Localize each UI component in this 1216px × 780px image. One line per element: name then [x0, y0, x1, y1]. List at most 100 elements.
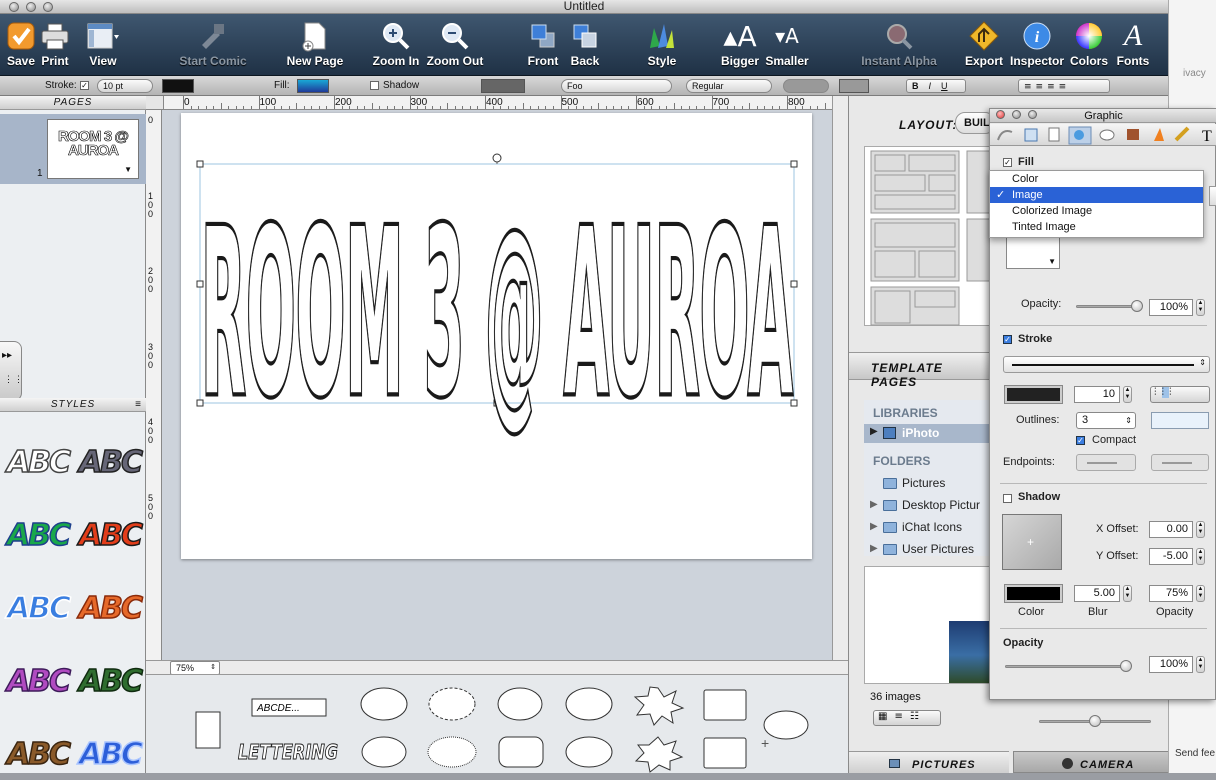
fill-type-menu-item[interactable]: Colorized Image	[990, 203, 1203, 219]
stroke-style-select[interactable]: ⇕	[1003, 356, 1210, 373]
shadow-checkbox[interactable]	[370, 81, 379, 90]
fill-opacity-field[interactable]: 100%	[1149, 299, 1193, 316]
pictures-tab[interactable]: PICTURES	[849, 751, 1009, 773]
shadow-color-well[interactable]	[481, 79, 525, 93]
view-mode-buttons[interactable]: ▦≡☷	[873, 710, 941, 726]
new-page-button[interactable]: New Page	[280, 18, 350, 68]
oval-balloon[interactable]	[565, 687, 613, 721]
stroke-inside-icon[interactable]: ⫶	[1169, 387, 1177, 398]
zoom-select[interactable]: 75% ⇕	[170, 661, 220, 675]
layout-option-1[interactable]	[870, 150, 960, 214]
speech-balloon-2[interactable]	[361, 736, 407, 768]
speech-balloon[interactable]	[360, 687, 408, 721]
alignment-buttons[interactable]: ≡≡≡≡	[1018, 79, 1110, 93]
disclosure-triangle-icon[interactable]: ▶	[870, 499, 878, 510]
style-swatch[interactable]: ABC	[6, 511, 72, 561]
detail-icon[interactable]: ☷	[910, 711, 926, 722]
fill-opacity-stepper[interactable]: ▲ ▼	[1196, 299, 1205, 316]
rounded-balloon[interactable]	[498, 736, 544, 768]
fill-type-menu-item[interactable]: Tinted Image	[990, 219, 1203, 235]
stroke-color-well[interactable]	[162, 79, 194, 93]
x-offset-stepper[interactable]: ▲ ▼	[1196, 521, 1205, 538]
panel-shape[interactable]	[195, 711, 221, 749]
thumbnail-size-knob[interactable]	[1089, 715, 1101, 727]
rectangle-balloon-2[interactable]	[703, 737, 747, 769]
effects-tab-icon[interactable]	[1154, 128, 1164, 141]
fill-type-select-edge[interactable]	[1209, 186, 1216, 206]
style-swatch[interactable]: ABC	[78, 511, 144, 561]
smaller-button[interactable]: ▾A Smaller	[756, 18, 818, 68]
template-pages-header[interactable]: TEMPLATE PAGES	[849, 352, 990, 389]
resize-handle[interactable]	[790, 160, 798, 168]
shadow-color-well-inspector[interactable]	[1004, 584, 1063, 603]
camera-tab[interactable]: CAMERA	[1013, 751, 1169, 773]
fill-opacity-knob[interactable]	[1131, 300, 1143, 312]
stroke-width-stepper[interactable]: ▲ ▼	[1123, 386, 1132, 403]
comic-page[interactable]: ROOM 3 @ AUROA ROOM 3 @ AUROA	[181, 113, 812, 559]
shadow-opacity-field[interactable]: 75%	[1149, 585, 1193, 602]
start-endpoint-select[interactable]	[1076, 454, 1136, 471]
whisper-balloon[interactable]	[428, 687, 476, 721]
x-offset-field[interactable]: 0.00	[1149, 521, 1193, 538]
drawer-toggle[interactable]: ▸▸ ⋮⋮	[0, 341, 23, 401]
y-offset-stepper[interactable]: ▲ ▼	[1196, 548, 1205, 565]
rotate-handle[interactable]	[492, 153, 502, 163]
shadow-blur-stepper[interactable]: ▲ ▼	[1123, 585, 1132, 602]
font-family-select[interactable]: Foo	[561, 79, 672, 93]
stroke-width-field[interactable]: 10	[1074, 386, 1120, 403]
stroke-checkbox[interactable]: ✓	[80, 81, 89, 90]
burst-balloon-2[interactable]	[634, 736, 684, 773]
menu-lines-icon[interactable]: ≡	[135, 398, 142, 412]
burst-balloon[interactable]	[633, 686, 685, 726]
fill-type-menu-item[interactable]: ✓ Image	[990, 187, 1203, 203]
shadow-angle-well[interactable]: +	[1002, 514, 1062, 570]
stroke-color-well-inspector[interactable]	[1004, 385, 1063, 404]
compact-checkbox[interactable]: ✓	[1076, 436, 1085, 445]
list-icon[interactable]: ≡	[894, 711, 909, 722]
folder-item[interactable]: ▶ User Pictures	[864, 540, 992, 560]
start-comic-button[interactable]: Start Comic	[176, 18, 250, 68]
oval-balloon-2[interactable]	[565, 736, 613, 768]
layout-tab-icon[interactable]	[1024, 128, 1038, 142]
view-button[interactable]: View	[72, 18, 134, 68]
balloon-tab-icon[interactable]	[1099, 129, 1115, 141]
text-tab-icon[interactable]: T	[1202, 128, 1212, 145]
image-tab-icon[interactable]	[1127, 129, 1139, 140]
style-swatch[interactable]: ABC	[78, 584, 144, 634]
outline-color-well[interactable]	[1151, 412, 1209, 429]
scream-balloon[interactable]	[427, 736, 477, 768]
zoom-out-button[interactable]: Zoom Out	[424, 18, 486, 68]
shadow-checkbox-inspector[interactable]	[1003, 494, 1012, 503]
resize-handle[interactable]	[196, 160, 204, 168]
fill-checkbox[interactable]: ✓	[1003, 158, 1012, 167]
folder-item[interactable]: Pictures	[864, 474, 992, 494]
grid-icon[interactable]: ▦	[878, 711, 894, 722]
object-opacity-slider[interactable]	[1005, 665, 1130, 668]
folder-item[interactable]: ▶ Desktop Pictur	[864, 496, 992, 516]
add-balloon[interactable]	[763, 710, 809, 740]
instant-alpha-button[interactable]: Instant Alpha	[857, 18, 941, 68]
style-swatch[interactable]: ABC	[6, 438, 72, 488]
thought-balloon[interactable]	[497, 687, 543, 721]
page-thumbnail-row[interactable]: 1 ROOM 3 @ AUROA ▼	[0, 114, 146, 184]
style-swatch[interactable]: ABC	[6, 657, 72, 707]
stroke-alignment-buttons[interactable]: ⫶⫶⫶	[1150, 386, 1210, 403]
font-size-select[interactable]	[783, 79, 829, 93]
object-opacity-field[interactable]: 100%	[1149, 656, 1193, 673]
disclosure-triangle-icon[interactable]: ▶	[870, 543, 878, 554]
style-swatch[interactable]: ABC	[78, 438, 144, 488]
style-swatch[interactable]: ABC	[78, 657, 144, 707]
stroke-outside-icon[interactable]: ⫶	[1154, 387, 1162, 398]
underline-button[interactable]: U	[941, 81, 948, 91]
shadow-blur-field[interactable]: 5.00	[1074, 585, 1120, 602]
object-opacity-stepper[interactable]: ▲ ▼	[1196, 656, 1205, 673]
shadow-opacity-stepper[interactable]: ▲ ▼	[1196, 585, 1205, 602]
bold-button[interactable]: B	[912, 81, 919, 91]
zoom-in-button[interactable]: Zoom In	[365, 18, 427, 68]
outlines-select[interactable]: 3 ⇕	[1076, 412, 1136, 429]
italic-button[interactable]: I	[929, 81, 932, 91]
y-offset-field[interactable]: -5.00	[1149, 548, 1193, 565]
fill-image-well[interactable]: ▼	[1006, 237, 1060, 269]
rectangle-balloon[interactable]	[703, 689, 747, 721]
text-color-well[interactable]	[839, 79, 869, 93]
